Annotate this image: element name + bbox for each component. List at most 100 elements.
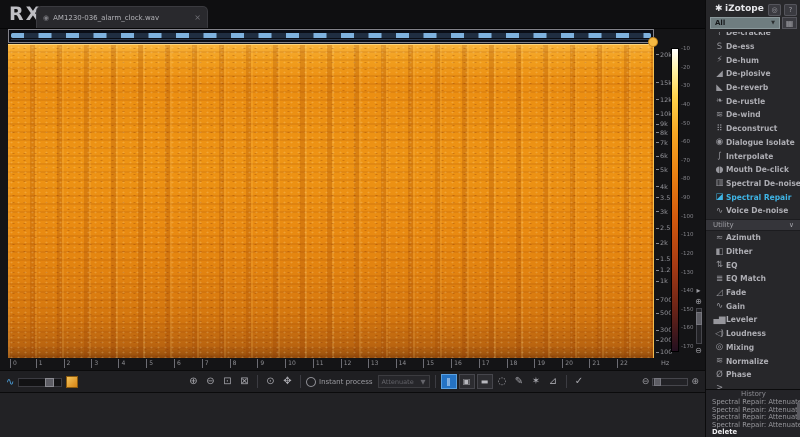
toolbar-separator: [434, 375, 436, 388]
frequency-selection-tool[interactable]: ▬: [476, 374, 493, 389]
module-item[interactable]: ∿ Gain: [706, 299, 800, 313]
module-item[interactable]: ≋ Normalize: [706, 354, 800, 368]
module-icon: ▄▆: [713, 314, 725, 325]
vzoom-out-icon[interactable]: ⊖: [695, 346, 702, 355]
module-item[interactable]: ◉ Dialogue Isolate: [706, 136, 800, 150]
frequency-tick: 700: [656, 296, 672, 304]
instant-process-dropdown-value: Attenuate: [381, 377, 414, 386]
module-label: De-crackle: [726, 32, 771, 38]
module-item[interactable]: ⇅ EQ: [706, 258, 800, 272]
vzoom-scrollbar-thumb[interactable]: [695, 312, 702, 325]
spectrogram-display[interactable]: [8, 44, 654, 359]
module-item[interactable]: ❧ De-rustle: [706, 94, 800, 108]
module-item[interactable]: ◢ De-plosive: [706, 67, 800, 81]
frequency-tick: 7k: [656, 139, 668, 147]
amplitude-colorbar[interactable]: [671, 48, 679, 352]
vertical-zoom-controls: ▸ ⊕ ⊖: [693, 286, 704, 355]
time-selection-tool[interactable]: ‖: [440, 374, 457, 389]
module-item[interactable]: ◎ Mixing: [706, 341, 800, 355]
frequency-tick: 500: [656, 309, 672, 317]
module-item[interactable]: ≣ EQ Match: [706, 272, 800, 286]
module-item[interactable]: ∿ Voice De-noise: [706, 204, 800, 218]
waveform-overview[interactable]: [8, 29, 654, 43]
toolbar: ∿ ⊕ ⊖ ⊡ ⊠ ⊙ ✥ Instant process Attenuate …: [0, 370, 705, 393]
module-icon: ≋: [715, 356, 723, 367]
module-grid-view-button[interactable]: ▦: [782, 17, 797, 29]
vzoom-marker-icon[interactable]: ▸: [696, 286, 700, 295]
module-icon: ≣: [715, 273, 723, 284]
vzoom-in-icon[interactable]: ⊕: [695, 297, 702, 306]
instant-process-toggle[interactable]: Instant process: [306, 376, 373, 387]
zoom-selection-button[interactable]: ⊡: [220, 374, 235, 389]
brand-bar: ✱ iZotope ◎ ?: [706, 2, 800, 16]
module-item[interactable]: ≈ Azimuth: [706, 231, 800, 245]
time-tick: 2: [63, 359, 70, 368]
module-icon: ⚡: [716, 55, 723, 66]
help-button[interactable]: ?: [784, 4, 797, 16]
frequency-tick: 300: [656, 326, 672, 334]
magnifier-tool-button[interactable]: ⊙: [263, 374, 278, 389]
frequency-tick: 15k: [656, 79, 672, 87]
module-item[interactable]: ⚡ De-hum: [706, 53, 800, 67]
zoom-out-button[interactable]: ⊖: [203, 374, 218, 389]
find-similar-button[interactable]: ⊿: [546, 374, 561, 389]
module-icon: ◣: [716, 82, 723, 93]
module-item[interactable]: >: [706, 382, 800, 389]
time-tick: 3: [91, 359, 98, 368]
utility-section-header[interactable]: Utility ∨: [706, 219, 800, 231]
module-item[interactable]: ◿ Fade: [706, 286, 800, 300]
tab-title: AM1230-036_alarm_clock.wav: [53, 13, 160, 22]
vzoom-scrollbar[interactable]: [695, 308, 702, 344]
settings-button[interactable]: ◎: [768, 4, 781, 16]
module-item[interactable]: ▄▆ Leveler: [706, 313, 800, 327]
playhead-marker[interactable]: [648, 37, 658, 47]
commit-check-icon[interactable]: ✓: [572, 374, 587, 389]
module-item[interactable]: S De-ess: [706, 40, 800, 54]
history-entry[interactable]: Delete: [706, 429, 800, 437]
magic-wand-tool-button[interactable]: ✶: [529, 374, 544, 389]
time-tick: 18: [506, 359, 517, 368]
time-tick: 14: [395, 359, 406, 368]
hzoom-slider-thumb[interactable]: [654, 378, 662, 386]
instant-process-icon: [306, 376, 316, 387]
blend-slider-thumb[interactable]: [45, 377, 55, 387]
module-icon: ◁): [715, 328, 724, 339]
module-item[interactable]: ▥ Spectral De-noise: [706, 177, 800, 191]
brush-tool-button[interactable]: ✎: [512, 374, 527, 389]
time-frequency-selection-tool[interactable]: ▣: [458, 374, 475, 389]
module-item[interactable]: ◁) Loudness: [706, 327, 800, 341]
tab-close-icon[interactable]: ×: [194, 13, 201, 22]
module-icon: Ø: [716, 369, 723, 380]
frequency-tick: 4k: [656, 183, 668, 191]
module-item[interactable]: ◪ Spectral Repair: [706, 190, 800, 204]
module-item[interactable]: ≀ De-crackle: [706, 32, 800, 40]
grab-tool-button[interactable]: ✥: [280, 374, 295, 389]
module-item[interactable]: ◣ De-reverb: [706, 81, 800, 95]
module-item[interactable]: ◖◗ Mouth De-click: [706, 163, 800, 177]
time-tick: 7: [201, 359, 209, 368]
module-label: Loudness: [726, 329, 766, 339]
module-item[interactable]: ∫ Interpolate: [706, 149, 800, 163]
instant-process-dropdown[interactable]: Attenuate ▼: [377, 375, 430, 388]
zoom-in-button[interactable]: ⊕: [186, 374, 201, 389]
module-item[interactable]: ≋ De-wind: [706, 108, 800, 122]
time-tick: 8: [229, 359, 236, 368]
module-label: Dialogue Isolate: [726, 137, 795, 147]
zoom-fit-button[interactable]: ⊠: [237, 374, 252, 389]
time-ruler[interactable]: 0 1 2 3 4 5 6 7 8 9 10 11 12 13 14 15 16 17 18 19 20 21 22: [8, 358, 654, 370]
module-label: EQ Match: [726, 274, 767, 284]
module-item[interactable]: Ø Phase: [706, 368, 800, 382]
module-filter-dropdown[interactable]: All ▼: [710, 17, 780, 29]
file-tab[interactable]: ◉ AM1230-036_alarm_clock.wav ×: [36, 6, 208, 28]
module-item[interactable]: ◧ Dither: [706, 245, 800, 259]
lasso-tool-button[interactable]: ◌: [495, 374, 510, 389]
module-item[interactable]: ⠿ Deconstruct: [706, 122, 800, 136]
colorbar-label: -130: [681, 269, 694, 276]
hzoom-out-icon[interactable]: ⊖: [642, 377, 650, 387]
hzoom-in-icon[interactable]: ⊕: [691, 377, 699, 387]
hzoom-slider[interactable]: [652, 378, 689, 386]
blend-slider[interactable]: [18, 377, 63, 387]
module-label: Deconstruct: [726, 124, 778, 134]
toolbar-separator: [565, 375, 567, 388]
module-label: De-hum: [726, 55, 759, 65]
